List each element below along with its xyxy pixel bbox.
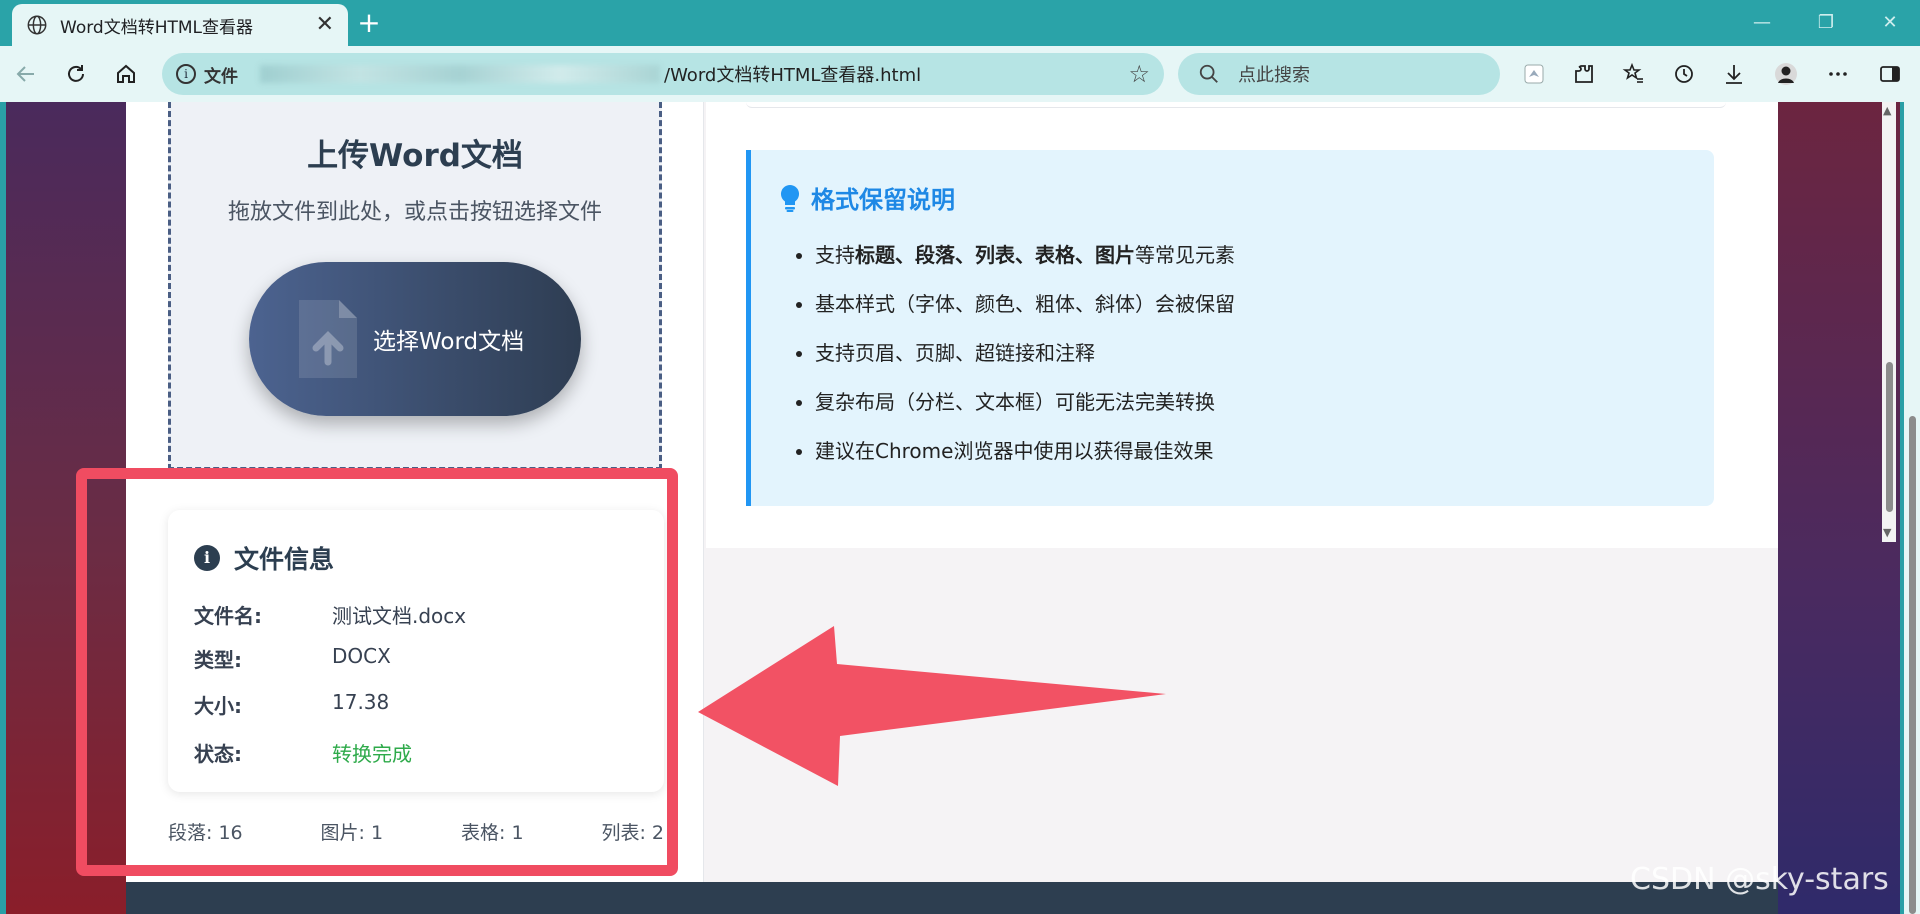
scroll-down-icon[interactable]: ▼ <box>1883 526 1891 539</box>
page-footer <box>126 882 1778 914</box>
format-notes-list: 支持标题、段落、列表、表格、图片等常见元素 基本样式（字体、颜色、粗体、斜体）会… <box>815 242 1235 487</box>
note-bold-text: 标题、段落、列表、表格、图片 <box>855 243 1135 267</box>
search-icon <box>1199 64 1218 83</box>
list-item: 支持页眉、页脚、超链接和注释 <box>815 340 1235 389</box>
note-text: 等常见元素 <box>1135 243 1235 267</box>
list-item: 复杂布局（分栏、文本框）可能无法完美转换 <box>815 389 1235 438</box>
tab-close-icon[interactable]: ✕ <box>316 14 334 36</box>
scroll-up-icon[interactable]: ▲ <box>1883 104 1891 117</box>
inner-scrollbar[interactable]: ▲ ▼ <box>1882 102 1896 542</box>
select-word-label: 选择Word文档 <box>373 329 525 355</box>
collections-button[interactable] <box>1518 58 1550 90</box>
minimize-button[interactable]: — <box>1742 8 1782 38</box>
format-notes-header: 格式保留说明 <box>779 180 955 215</box>
list-item: 支持标题、段落、列表、表格、图片等常见元素 <box>815 242 1235 291</box>
tab-title: Word文档转HTML查看器 <box>60 17 254 38</box>
back-arrow-icon <box>16 66 34 82</box>
select-word-button[interactable]: 选择Word文档 <box>249 262 581 416</box>
highlight-frame <box>76 468 678 876</box>
info-icon[interactable]: i <box>176 64 196 84</box>
list-item: 基本样式（字体、颜色、粗体、斜体）会被保留 <box>815 291 1235 340</box>
search-placeholder: 点此搜索 <box>1238 65 1310 86</box>
new-tab-button[interactable]: + <box>352 6 386 40</box>
profile-button[interactable] <box>1770 58 1802 90</box>
note-text: 支持 <box>815 243 855 267</box>
more-menu-button[interactable] <box>1822 58 1854 90</box>
address-bar[interactable]: i 文件 /Word文档转HTML查看器.html ☆ <box>162 53 1164 95</box>
address-scheme: 文件 <box>204 66 238 87</box>
favorite-star-icon[interactable]: ☆ <box>1128 60 1150 88</box>
sidebar-icon <box>1880 66 1900 82</box>
sidebar-toggle-button[interactable] <box>1874 58 1906 90</box>
file-upload-icon <box>299 300 357 378</box>
lightbulb-icon <box>780 184 800 212</box>
upload-subtitle: 拖放文件到此处，或点击按钮选择文件 <box>227 200 602 225</box>
favorites-list-icon <box>1622 62 1643 83</box>
download-icon <box>1726 65 1742 84</box>
watermark: CSDN @sky-stars <box>1630 862 1889 897</box>
page-scrollbar-thumb[interactable] <box>1909 416 1916 914</box>
globe-icon <box>27 15 47 35</box>
format-notes-box: 格式保留说明 支持标题、段落、列表、表格、图片等常见元素 基本样式（字体、颜色、… <box>746 150 1714 506</box>
maximize-button[interactable]: ❐ <box>1806 8 1846 38</box>
browser-toolbar: i 文件 /Word文档转HTML查看器.html ☆ 点此搜索 <box>0 46 1920 102</box>
upload-title: 上传Word文档 <box>307 138 523 174</box>
search-box[interactable]: 点此搜索 <box>1178 53 1500 95</box>
list-item: 建议在Chrome浏览器中使用以获得最佳效果 <box>815 438 1235 487</box>
downloads-button[interactable] <box>1718 58 1750 90</box>
avatar <box>1775 63 1797 85</box>
reload-icon <box>68 65 84 82</box>
page-scrollbar[interactable] <box>1904 102 1920 914</box>
bird-icon <box>1524 64 1544 84</box>
history-button[interactable] <box>1668 58 1700 90</box>
browser-tab[interactable]: Word文档转HTML查看器 ✕ <box>12 4 348 46</box>
extensions-button[interactable] <box>1568 58 1600 90</box>
favorites-button[interactable] <box>1618 58 1650 90</box>
preview-top-edge <box>746 102 1726 108</box>
home-button[interactable] <box>110 58 142 90</box>
history-icon <box>1675 65 1693 83</box>
window-close-button[interactable]: ✕ <box>1870 8 1910 38</box>
preview-panel: 格式保留说明 支持标题、段落、列表、表格、图片等常见元素 基本样式（字体、颜色、… <box>706 102 1778 548</box>
back-button[interactable] <box>10 58 42 90</box>
format-notes-title: 格式保留说明 <box>811 186 955 214</box>
blurred-path <box>260 65 660 83</box>
scrollbar-thumb[interactable] <box>1886 362 1893 512</box>
tab-bar: Word文档转HTML查看器 ✕ + — ❐ ✕ <box>0 0 1920 46</box>
pointer-arrow-icon <box>698 626 1166 786</box>
puzzle-icon <box>1575 65 1593 83</box>
address-path: /Word文档转HTML查看器.html <box>664 65 922 86</box>
home-icon <box>117 64 135 83</box>
reload-button[interactable] <box>60 58 92 90</box>
drop-zone[interactable]: 上传Word文档 拖放文件到此处，或点击按钮选择文件 选择Word文档 <box>168 102 662 470</box>
more-dots-icon <box>1829 72 1847 76</box>
